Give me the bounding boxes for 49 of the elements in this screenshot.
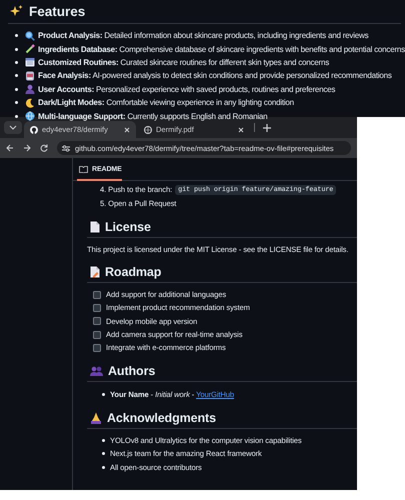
forward-arrow-icon[interactable]	[23, 144, 31, 152]
bullet-dot	[15, 34, 18, 38]
people-icon	[90, 366, 103, 376]
document-icon	[90, 221, 100, 233]
checkbox[interactable]	[93, 304, 101, 312]
close-icon[interactable]	[124, 126, 130, 132]
bullet-dot	[15, 60, 18, 64]
section-heading: Roadmap	[105, 265, 162, 279]
section-heading: License	[105, 220, 151, 234]
feature-text: Dark/Light Modes: Comfortable viewing experience in any lighting condition	[38, 98, 294, 108]
globe-icon	[144, 126, 152, 134]
bullet-dot	[102, 452, 105, 456]
face-icon	[25, 70, 35, 81]
checkbox[interactable]	[93, 317, 101, 326]
feature-text: User Accounts: Personalized experience with saved products, routines and preferences	[38, 84, 336, 94]
bullet-dot	[15, 88, 18, 91]
bullet-dot	[102, 438, 105, 442]
checkbox[interactable]	[93, 344, 101, 352]
section-heading: Acknowledgments	[107, 410, 216, 425]
document-pencil-icon	[90, 266, 100, 278]
site-settings-icon[interactable]	[62, 144, 70, 152]
checkbox[interactable]	[93, 290, 101, 299]
bullet-dot	[102, 392, 105, 396]
moon-icon	[25, 98, 35, 108]
feature-text: Customized Routines: Curated skincare routines for different skin types and concerns	[38, 58, 330, 67]
section-heading: Authors	[108, 364, 156, 378]
feature-text: Ingredients Database: Comprehensive database of skincare ingredients with benefits and potential concerns	[38, 44, 405, 54]
section-heading: Features	[29, 4, 86, 19]
close-icon[interactable]	[238, 126, 244, 132]
sparkles-icon	[10, 5, 23, 18]
github-logo-icon	[30, 126, 38, 134]
calendar-icon	[25, 57, 35, 68]
new-tab-plus-icon[interactable]	[263, 124, 271, 132]
bullet-dot	[15, 114, 18, 118]
feature-text: Product Analysis: Detailed information about skincare products, including ingredients and reviews	[38, 31, 368, 40]
feature-text: Face Analysis: AI-powered analysis to detect skin conditions and provide personalized recommendations	[38, 71, 392, 80]
magnifier-icon	[25, 30, 35, 41]
checkbox[interactable]	[93, 330, 101, 339]
reload-icon[interactable]	[40, 144, 48, 152]
chevron-down-icon[interactable]	[4, 121, 22, 134]
book-icon	[79, 166, 88, 172]
bullet-dot	[15, 74, 18, 78]
bullet-dot	[15, 101, 18, 104]
feature-text: Multi-language Support: Currently supports English and Romanian	[38, 112, 268, 121]
person-icon	[25, 84, 35, 94]
bullet-dot	[102, 466, 105, 469]
bullet-dot	[15, 48, 18, 51]
back-arrow-icon[interactable]	[6, 144, 14, 152]
dropper-icon	[25, 44, 35, 54]
